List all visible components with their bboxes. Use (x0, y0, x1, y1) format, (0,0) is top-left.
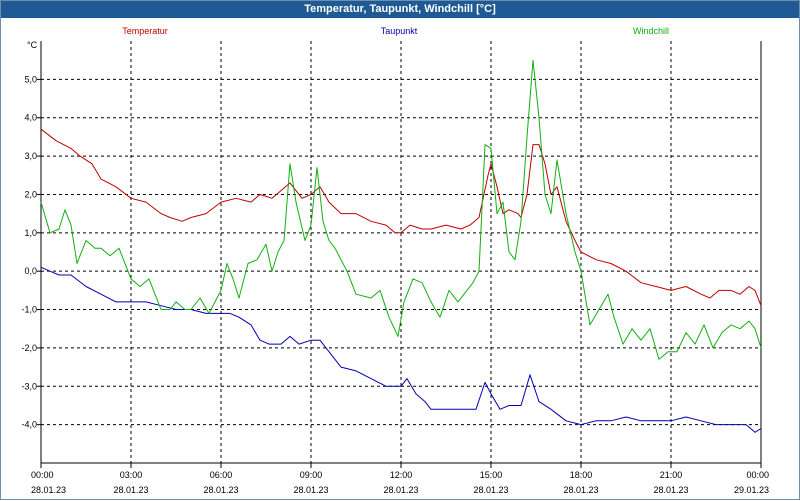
axes: °C (27, 40, 762, 464)
y-unit-label: °C (27, 40, 38, 50)
x-tick-date: 28.01.23 (563, 485, 598, 495)
x-tick-date: 28.01.23 (473, 485, 508, 495)
legend-taupunkt: Taupunkt (381, 26, 418, 36)
y-axis-ticks: 5,0 4,0 3,0 2,0 1,0 0,0 -1,0 -2,0 -3,0 -4,0 (21, 74, 41, 430)
y-tick-label: 1,0 (24, 228, 37, 238)
chart-window: Temperatur, Taupunkt, Windchill [°C] °C … (0, 0, 800, 500)
y-tick-label: -1,0 (21, 305, 37, 315)
x-tick-date: 28.01.23 (653, 485, 688, 495)
x-tick-date: 28.01.23 (293, 485, 328, 495)
x-tick-time: 12:00 (390, 470, 413, 480)
x-tick-date: 28.01.23 (31, 485, 66, 495)
y-tick-label: -4,0 (21, 420, 37, 430)
legend: Temperatur Taupunkt Windchill (122, 26, 669, 36)
x-tick-time: 06:00 (210, 470, 233, 480)
x-tick-date: 28.01.23 (383, 485, 418, 495)
y-tick-label: 4,0 (24, 113, 37, 123)
y-tick-label: 3,0 (24, 151, 37, 161)
y-tick-label: -2,0 (21, 343, 37, 353)
legend-windchill: Windchill (633, 26, 669, 36)
x-tick-time: 15:00 (480, 470, 503, 480)
legend-temperatur: Temperatur (122, 26, 168, 36)
x-axis-ticks: 00:00 28.01.23 03:00 28.01.23 06:00 28.01.23 0… (31, 463, 769, 495)
y-tick-label: 5,0 (24, 74, 37, 84)
x-tick-time: 09:00 (300, 470, 323, 480)
x-tick-date: 28.01.23 (113, 485, 148, 495)
y-tick-label: 0,0 (24, 266, 37, 276)
x-tick-time: 00:00 (746, 470, 769, 480)
x-tick-date: 28.01.23 (203, 485, 238, 495)
x-tick-time: 21:00 (660, 470, 683, 480)
x-tick-time: 03:00 (120, 470, 143, 480)
x-tick-time: 18:00 (570, 470, 593, 480)
grid-lines (41, 41, 761, 463)
x-tick-time: 00:00 (31, 470, 54, 480)
y-tick-label: 2,0 (24, 189, 37, 199)
line-chart: °C 5,0 4,0 3,0 2,0 1,0 0,0 -1,0 -2,0 -3,0 -4,0 00… (21, 26, 769, 495)
x-tick-date: 29.01.23 (734, 485, 769, 495)
y-tick-label: -3,0 (21, 381, 37, 391)
